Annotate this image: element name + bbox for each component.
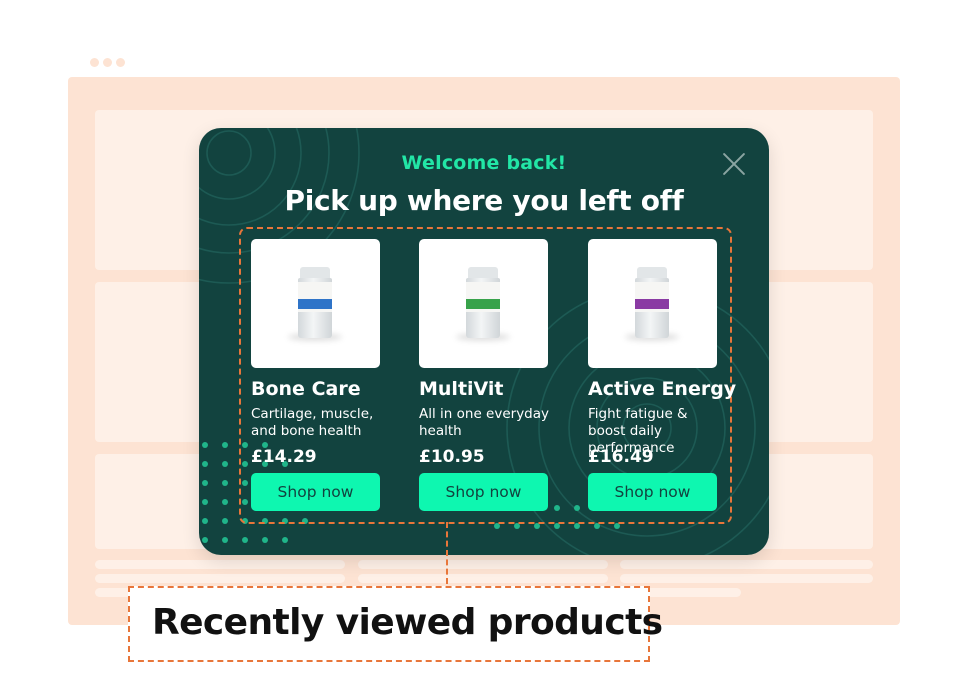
- window-dot: [116, 58, 125, 67]
- shop-now-button[interactable]: Shop now: [251, 473, 380, 511]
- product-card-active-energy[interactable]: Active Energy Fight fatigue & boost dail…: [588, 239, 736, 511]
- popup-headline: Pick up where you left off: [284, 184, 684, 217]
- window-dot: [103, 58, 112, 67]
- placeholder-line: [358, 574, 608, 583]
- product-card-multivit[interactable]: MultiVit All in one everyday health £10.…: [419, 239, 557, 511]
- shop-now-button[interactable]: Shop now: [419, 473, 548, 511]
- product-name[interactable]: Active Energy: [588, 378, 736, 400]
- product-description: Fight fatigue & boost daily performance: [588, 406, 688, 456]
- product-description: Cartilage, muscle, and bone health: [251, 406, 374, 439]
- product-description: All in one everyday health: [419, 406, 550, 439]
- product-image[interactable]: [251, 239, 380, 368]
- callout-connector: [446, 522, 448, 584]
- product-name[interactable]: MultiVit: [419, 378, 557, 400]
- placeholder-line: [358, 560, 608, 569]
- window-controls: [90, 58, 125, 67]
- supplement-bottle-icon: [288, 267, 342, 341]
- welcome-back-label: Welcome back!: [401, 152, 567, 174]
- annotation-label: Recently viewed products: [152, 602, 663, 643]
- product-image[interactable]: [419, 239, 548, 368]
- product-name[interactable]: Bone Care: [251, 378, 389, 400]
- annotation-callout: Recently viewed products: [128, 586, 663, 662]
- welcome-back-popup: Welcome back! Pick up where you left off…: [199, 128, 769, 555]
- placeholder-line: [620, 574, 873, 583]
- window-dot: [90, 58, 99, 67]
- close-icon[interactable]: [721, 151, 747, 177]
- supplement-bottle-icon: [456, 267, 510, 341]
- product-price: £10.95: [419, 447, 485, 467]
- product-card-bone-care[interactable]: Bone Care Cartilage, muscle, and bone he…: [251, 239, 389, 511]
- placeholder-line: [95, 560, 345, 569]
- supplement-bottle-icon: [625, 267, 679, 341]
- shop-now-button[interactable]: Shop now: [588, 473, 717, 511]
- placeholder-line: [95, 574, 345, 583]
- product-image[interactable]: [588, 239, 717, 368]
- placeholder-line: [620, 560, 873, 569]
- product-price: £14.29: [251, 447, 317, 467]
